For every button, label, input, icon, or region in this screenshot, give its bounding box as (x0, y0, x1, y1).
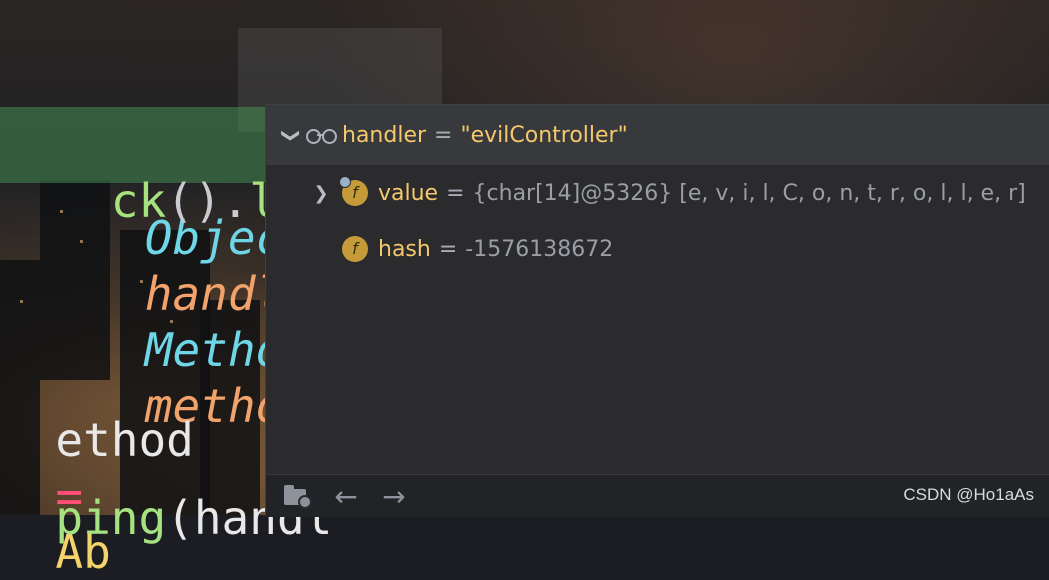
code-line-lock: ck().lock( (0, 107, 388, 228)
code-line-signature: Object handler, Method method) { h (0, 28, 1049, 433)
field-name: value (378, 180, 439, 206)
field-icon: f (342, 236, 368, 262)
debugger-value-popup: ❯ handler = "evilController" ❯ f value =… (265, 104, 1049, 517)
field-equals: = (438, 236, 458, 262)
field-name: hash (378, 236, 431, 262)
arrow-right-icon[interactable]: → (378, 480, 410, 513)
root-variable-name: handler (342, 122, 427, 148)
mapping-call: ping (55, 491, 167, 545)
window-light (20, 300, 23, 303)
popup-toolbar: ← → CSDN @Ho1aAs (266, 474, 1049, 517)
chevron-right-icon[interactable]: ❯ (308, 183, 334, 204)
tree-item-value[interactable]: ❯ f value = {char[14]@5326} [e, v, i, l,… (266, 169, 1049, 217)
lock-fragment-a: ck (110, 174, 167, 228)
lock-fragment-b: (). (166, 174, 250, 228)
field-equals: = (446, 180, 465, 206)
variable-tree-root[interactable]: ❯ handler = "evilController" (266, 105, 1049, 165)
glasses-icon (304, 125, 338, 145)
folder-icon[interactable] (284, 485, 314, 509)
tree-item-hash[interactable]: f hash = -1576138672 (266, 225, 1049, 273)
root-variable-value: "evilController" (460, 122, 628, 148)
watermark: CSDN @Ho1aAs (903, 485, 1034, 504)
arrow-left-icon[interactable]: ← (330, 480, 362, 513)
field-value: -1576138672 (465, 236, 614, 262)
field-value: {char[14]@5326} [e, v, i, l, C, o, n, t,… (472, 180, 1026, 206)
root-equals: = (434, 122, 453, 148)
chevron-down-icon[interactable]: ❯ (281, 122, 302, 148)
field-icon: f (339, 176, 368, 206)
